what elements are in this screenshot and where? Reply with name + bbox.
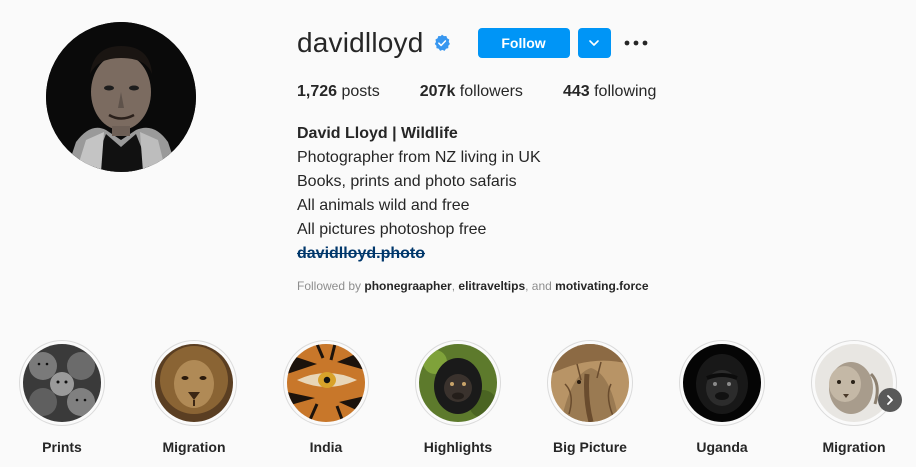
story-highlights-tray: Prints Migration India Highlights Big Pi… <box>0 340 916 467</box>
more-horizontal-icon <box>624 40 647 46</box>
followers-count: 207k <box>419 83 456 100</box>
bio-website-link[interactable]: davidlloyd.photo <box>297 242 425 266</box>
highlight-label: Migration <box>162 439 226 455</box>
highlight-cover-image <box>419 344 497 422</box>
highlight-item-uganda[interactable]: Uganda <box>662 340 782 456</box>
bio-line: All pictures photoshop free <box>297 221 487 238</box>
highlight-ring <box>547 340 633 426</box>
highlight-label: Uganda <box>696 439 748 455</box>
following-stat[interactable]: 443 following <box>563 82 656 102</box>
highlight-ring <box>811 340 897 426</box>
followed-by-account[interactable]: elitraveltips <box>458 279 525 293</box>
followed-by-separator: , <box>451 279 456 293</box>
posts-stat[interactable]: 1,726 posts <box>297 82 380 102</box>
following-label: following <box>594 83 657 100</box>
highlight-label: India <box>309 439 343 455</box>
follow-button[interactable]: Follow <box>477 28 570 58</box>
highlight-cover-image <box>287 344 365 422</box>
bio-line: Photographer from NZ living in UK <box>297 149 541 166</box>
highlight-cover-image <box>155 344 233 422</box>
followed-by-account[interactable]: motivating.force <box>555 279 648 293</box>
highlight-item-highlights[interactable]: Highlights <box>398 340 518 456</box>
following-count: 443 <box>562 83 590 100</box>
highlight-cover-image <box>683 344 761 422</box>
chevron-right-icon <box>887 395 893 405</box>
profile-username: davidlloyd <box>297 27 424 58</box>
followers-stat[interactable]: 207k followers <box>420 82 523 102</box>
avatar-portrait-image <box>46 22 196 172</box>
highlight-item-prints[interactable]: Prints <box>2 340 122 456</box>
followers-label: followers <box>459 83 523 100</box>
posts-label: posts <box>341 83 380 100</box>
highlight-item-india[interactable]: India <box>266 340 386 456</box>
followed-by-text: Followed by phonegraapher, elitraveltips… <box>297 278 649 294</box>
bio-line: Books, prints and photo safaris <box>297 173 517 190</box>
chevron-down-icon <box>589 40 599 46</box>
highlight-ring <box>19 340 105 426</box>
bio-line: All animals wild and free <box>297 197 470 214</box>
highlight-item-migration[interactable]: Migration <box>134 340 254 456</box>
profile-bio: David Lloyd | Wildlife Photographer from… <box>297 122 541 266</box>
followed-by-prefix: Followed by <box>297 279 362 293</box>
highlight-ring <box>679 340 765 426</box>
profile-header-row: davidlloyd Follow <box>297 27 649 59</box>
followed-by-account[interactable]: phonegraapher <box>364 279 451 293</box>
highlight-cover-image <box>23 344 101 422</box>
highlight-label: Migration <box>822 439 886 455</box>
highlight-ring <box>283 340 369 426</box>
profile-avatar[interactable] <box>46 22 196 172</box>
highlights-next-button[interactable] <box>878 388 902 412</box>
followed-by-separator: , and <box>525 279 552 293</box>
profile-stats: 1,726 posts 207k followers 443 following <box>297 82 696 102</box>
highlight-cover-image <box>551 344 629 422</box>
more-options-button[interactable] <box>623 28 649 58</box>
suggested-accounts-dropdown-button[interactable] <box>577 28 611 58</box>
highlight-item-big-picture[interactable]: Big Picture <box>530 340 650 456</box>
highlight-label: Highlights <box>423 439 493 455</box>
profile-display-name: David Lloyd | Wildlife <box>297 125 458 142</box>
highlight-cover-image <box>815 344 893 422</box>
verified-badge-icon <box>433 34 451 52</box>
posts-count: 1,726 <box>297 83 338 100</box>
highlight-label: Prints <box>42 439 82 455</box>
highlight-ring <box>415 340 501 426</box>
highlight-label: Big Picture <box>553 439 627 455</box>
highlight-ring <box>151 340 237 426</box>
